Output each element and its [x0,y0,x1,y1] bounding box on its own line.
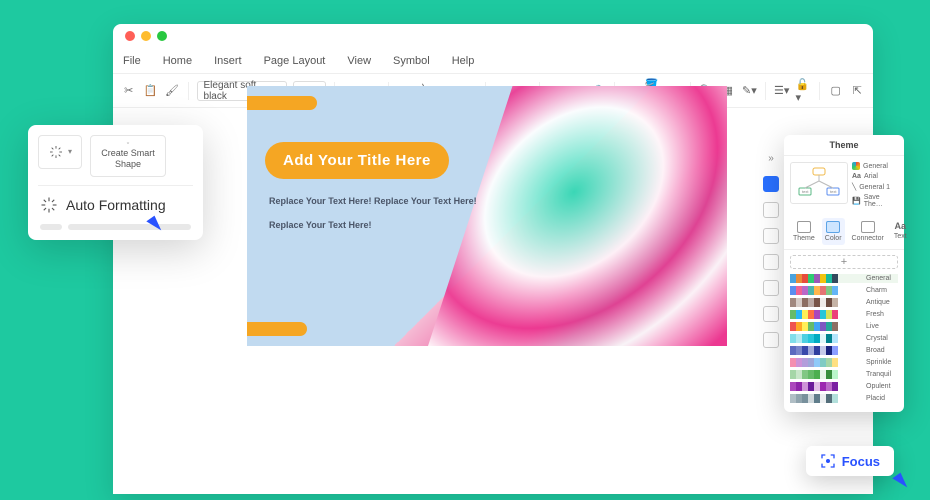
tab-color[interactable]: Color [822,218,845,245]
menu-insert[interactable]: Insert [214,55,242,67]
flower-icon [120,142,136,144]
padlock-icon[interactable]: 🔓▾ [796,81,812,101]
accent-bar-top [247,96,317,110]
menu-home[interactable]: Home [163,55,192,67]
side-tool-strip: » [760,150,782,348]
cut-icon[interactable]: ✂ [121,81,137,101]
palette-placid[interactable]: Placid [790,394,898,403]
palette-live[interactable]: Live [790,322,898,331]
copy-icon[interactable]: 📋 [143,81,159,101]
menu-pagelayout[interactable]: Page Layout [264,55,326,67]
palette-list: General Charm Antique Fresh Live Crystal Broad… [784,274,904,412]
smart-shape-popup: ▾ Create Smart Shape Auto Formatting [28,125,203,240]
marble-graphic [412,86,727,346]
close-dot[interactable] [125,31,135,41]
cursor-icon [892,473,909,492]
side-tool-5[interactable] [763,280,779,296]
create-smart-shape-label: Create Smart Shape [97,148,159,170]
tab-text[interactable]: AaText [891,218,910,245]
side-tool-3[interactable] [763,228,779,244]
theme-meta: General AaArial ╲General 1 💾Save The… [852,162,898,208]
add-palette-button[interactable]: + [790,255,898,269]
theme-title: Theme [784,135,904,156]
palette-sprinkle[interactable]: Sprinkle [790,358,898,367]
menu-view[interactable]: View [347,55,371,67]
palette-crystal[interactable]: Crystal [790,334,898,343]
minimize-dot[interactable] [141,31,151,41]
palette-opulent[interactable]: Opulent [790,382,898,391]
window-titlebar [113,24,873,48]
list-icon[interactable]: ☰▾ [774,81,790,101]
tab-connector[interactable]: Connector [849,218,887,245]
palette-broad[interactable]: Broad [790,346,898,355]
app-window: File Home Insert Page Layout View Symbol… [113,24,873,494]
create-smart-shape-button[interactable]: Create Smart Shape [90,135,166,177]
subtitle-2[interactable]: Replace Your Text Here! [269,220,372,230]
subtitle-1[interactable]: Replace Your Text Here! Replace Your Tex… [269,196,477,206]
focus-icon [820,453,836,469]
theme-panel: Theme text text General AaArial ╲General… [784,135,904,412]
menu-symbol[interactable]: Symbol [393,55,430,67]
window-icon[interactable]: ▢ [828,81,844,101]
burst-icon [48,144,64,160]
palette-general[interactable]: General [790,274,898,283]
popup-slider [38,218,193,230]
tab-theme[interactable]: Theme [790,218,818,245]
menu-bar: File Home Insert Page Layout View Symbol… [113,48,873,74]
side-tool-2[interactable] [763,202,779,218]
paintbrush-icon[interactable]: 🖌 [164,81,180,101]
accent-bar-bottom [247,322,307,336]
menu-file[interactable]: File [123,55,141,67]
theme-preview[interactable]: text text [790,162,848,204]
design-canvas[interactable]: Add Your Title Here Replace Your Text He… [247,86,727,346]
maximize-dot[interactable] [157,31,167,41]
palette-charm[interactable]: Charm [790,286,898,295]
palette-fresh[interactable]: Fresh [790,310,898,319]
auto-formatting-button[interactable]: Auto Formatting [66,197,166,213]
svg-text:text: text [802,189,809,194]
burst-chip[interactable]: ▾ [38,135,82,169]
palette-tranquil[interactable]: Tranquil [790,370,898,379]
palette-icon [852,162,860,170]
share-icon[interactable]: ⇱ [849,81,865,101]
side-tool-7[interactable] [763,332,779,348]
side-collapse[interactable]: » [763,150,779,166]
focus-button[interactable]: Focus [806,446,894,476]
pen-icon[interactable]: ✎▾ [742,81,758,101]
svg-text:text: text [830,189,837,194]
focus-label: Focus [842,454,880,469]
title-button[interactable]: Add Your Title Here [265,142,449,179]
menu-help[interactable]: Help [452,55,475,67]
side-tool-6[interactable] [763,306,779,322]
side-tool-grid[interactable] [763,176,779,192]
burst-icon [40,196,58,214]
palette-antique[interactable]: Antique [790,298,898,307]
flowchart-icon: text text [795,166,843,200]
side-tool-4[interactable] [763,254,779,270]
